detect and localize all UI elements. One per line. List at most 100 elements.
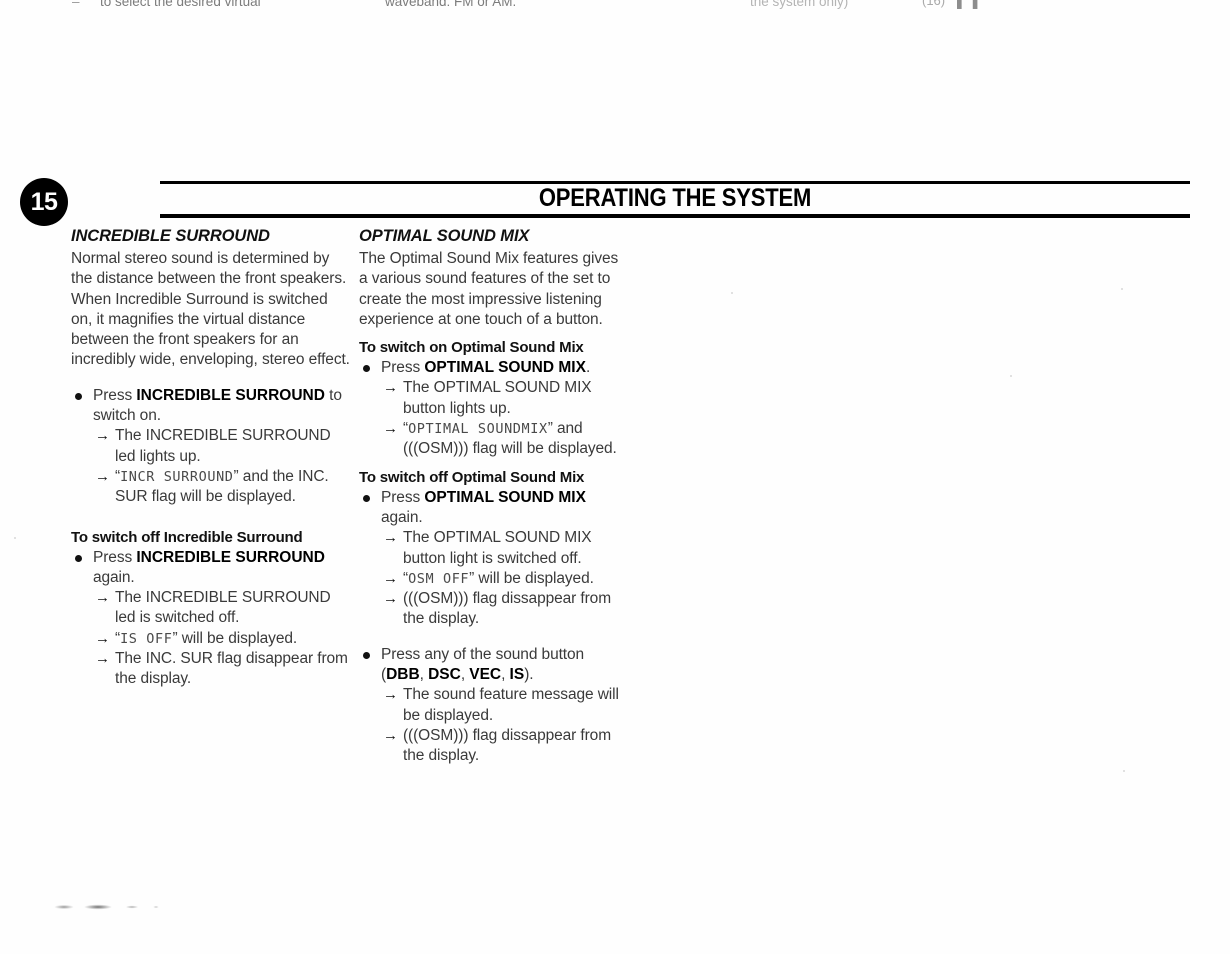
result-item: → (((OSM))) flag dissappear from the dis… — [359, 589, 629, 630]
list-item: Press any of the sound button — [359, 645, 629, 665]
optimal-sound-mix-switch-off-block: Press OPTIMAL SOUND MIX again. → The OPT… — [359, 488, 629, 630]
result-text: The INC. SUR flag disappear from the dis… — [115, 650, 348, 688]
lcd-display-text: OPTIMAL SOUNDMIX — [408, 421, 548, 438]
scan-speck — [1123, 770, 1125, 772]
page-title: OPERATING THE SYSTEM — [538, 184, 812, 212]
incredible-surround-intro: Normal stereo sound is determined by the… — [71, 250, 350, 369]
lcd-display-text: OSM OFF — [408, 570, 470, 587]
bleed-page-number: (16) — [922, 0, 946, 8]
result-text: The OPTIMAL SOUND MIX button lights up. — [403, 379, 592, 417]
right-column: OPTIMAL SOUND MIX The Optimal Sound Mix … — [359, 226, 629, 767]
result-text: The INCREDIBLE SURROUND led is switched … — [115, 589, 331, 627]
incredible-surround-switch-off-block: Press INCREDIBLE SURROUND again. → The I… — [71, 548, 353, 690]
result-item: → (((OSM))) flag dissappear from the dis… — [359, 726, 629, 767]
result-text: The OPTIMAL SOUND MIX button light is sw… — [403, 529, 592, 567]
bullet-prefix: Press — [93, 386, 137, 404]
scan-speck — [731, 292, 733, 294]
arrow-icon: → — [95, 589, 110, 607]
bullet-dot-icon — [75, 554, 82, 562]
optimal-sound-mix-switch-on-block: Press OPTIMAL SOUND MIX. → The OPTIMAL S… — [359, 358, 629, 459]
result-text: The INCREDIBLE SURROUND led lights up. — [115, 427, 331, 465]
button-name-optimal-sound-mix: OPTIMAL SOUND MIX — [424, 359, 586, 377]
result-text: (((OSM))) flag dissappear from the displ… — [403, 726, 612, 765]
result-item: → The sound feature message will be disp… — [359, 685, 629, 726]
result-item: → “OPTIMAL SOUNDMIX” and (((OSM))) flag … — [359, 419, 629, 460]
arrow-icon: → — [95, 629, 110, 647]
button-name-incredible-surround: INCREDIBLE SURROUND — [136, 386, 325, 404]
bullet-suffix: again. — [93, 568, 135, 586]
page-number-badge: 15 — [20, 178, 68, 226]
bullet-dot-icon — [363, 651, 370, 659]
result-item: → The OPTIMAL SOUND MIX button lights up… — [359, 378, 629, 419]
button-name-dsc: DSC — [428, 666, 461, 684]
optimal-sound-mix-intro: The Optimal Sound Mix features gives a v… — [359, 250, 619, 328]
separator: , — [460, 666, 470, 684]
manual-page: – to select the desired virtual waveband… — [0, 0, 1230, 954]
scan-speck — [14, 537, 16, 539]
arrow-icon: → — [383, 379, 398, 397]
bullet-prefix: Press — [381, 488, 425, 506]
lcd-display-text: IS OFF — [120, 630, 173, 647]
incredible-surround-switch-on-block: Press INCREDIBLE SURROUND to switch on. … — [71, 386, 353, 508]
bleed-fragment-2: waveband: FM or AM. — [385, 0, 517, 9]
result-text: will be displayed. — [177, 629, 298, 647]
list-item: Press OPTIMAL SOUND MIX — [359, 488, 629, 508]
bleed-symbol: ▌▐ — [957, 0, 980, 8]
result-item: → The OPTIMAL SOUND MIX button light is … — [359, 528, 629, 569]
list-item: Press INCREDIBLE SURROUND again. — [71, 548, 353, 589]
result-item: → The INC. SUR flag disappear from the d… — [71, 649, 353, 690]
bleed-dash: – — [72, 0, 80, 9]
scan-speck — [1010, 375, 1012, 377]
bullet-dot-icon — [75, 392, 82, 400]
bullet-prefix: Press — [381, 359, 425, 377]
arrow-icon: → — [95, 650, 110, 668]
lcd-display-text: INCR SURROUND — [120, 468, 234, 485]
result-item: → The INCREDIBLE SURROUND led lights up. — [71, 426, 353, 467]
arrow-icon: → — [383, 569, 398, 587]
separator: , — [419, 666, 429, 684]
bleed-fragment-1: to select the desired virtual — [100, 0, 261, 9]
result-text: (((OSM))) flag dissappear from the displ… — [403, 590, 612, 628]
bullet-dot-icon — [363, 494, 370, 502]
button-name-vec: VEC — [469, 666, 502, 684]
list-item: Press OPTIMAL SOUND MIX. — [359, 358, 629, 378]
bullet-prefix: Press — [93, 548, 137, 566]
result-item: → “INCR SURROUND” and the INC. SUR flag … — [71, 467, 353, 508]
button-name-optimal-sound-mix: OPTIMAL SOUND MIX — [424, 488, 586, 506]
arrow-icon: → — [95, 467, 110, 485]
paren-close: ). — [524, 666, 534, 684]
list-item: Press INCREDIBLE SURROUND to switch on. — [71, 386, 353, 427]
button-name-incredible-surround: INCREDIBLE SURROUND — [136, 548, 325, 566]
arrow-icon: → — [95, 427, 110, 445]
button-name-dbb: DBB — [386, 666, 420, 684]
arrow-icon: → — [383, 590, 398, 608]
optimal-sound-mix-heading: OPTIMAL SOUND MIX — [359, 227, 530, 245]
switch-off-incredible-surround-heading: To switch off Incredible Surround — [71, 528, 303, 546]
switch-off-optimal-sound-mix-heading: To switch off Optimal Sound Mix — [359, 468, 585, 486]
sound-buttons-block: Press any of the sound button (DBB, DSC,… — [359, 645, 629, 767]
bullet-dot-icon — [363, 365, 370, 373]
bleed-fragment-3: the system only) — [750, 0, 849, 9]
separator: , — [501, 666, 510, 684]
scan-smudge-artifact — [52, 903, 172, 911]
result-text: will be displayed. — [474, 569, 594, 587]
button-name-is: IS — [509, 666, 525, 684]
header-rule-bottom — [160, 214, 1190, 218]
result-item: → The INCREDIBLE SURROUND led is switche… — [71, 588, 353, 629]
incredible-surround-heading: INCREDIBLE SURROUND — [71, 227, 270, 245]
result-item: → “OSM OFF” will be displayed. — [359, 569, 629, 589]
result-item: → “IS OFF” will be displayed. — [71, 629, 353, 649]
scan-speck — [1121, 288, 1123, 290]
result-text: The sound feature message will be displa… — [403, 686, 619, 724]
bullet-text: Press any of the sound button — [381, 645, 585, 663]
arrow-icon: → — [383, 529, 398, 547]
previous-page-bleed-strip: – to select the desired virtual waveband… — [0, 0, 1230, 26]
bullet-continuation: again. — [381, 508, 423, 526]
arrow-icon: → — [383, 686, 398, 704]
sound-button-list: (DBB, DSC, VEC, IS). — [359, 665, 629, 685]
bullet-suffix: . — [585, 359, 591, 377]
switch-on-optimal-sound-mix-heading: To switch on Optimal Sound Mix — [359, 339, 584, 357]
left-column: INCREDIBLE SURROUND Normal stereo sound … — [71, 226, 353, 690]
arrow-icon: → — [383, 420, 398, 438]
arrow-icon: → — [383, 726, 398, 744]
